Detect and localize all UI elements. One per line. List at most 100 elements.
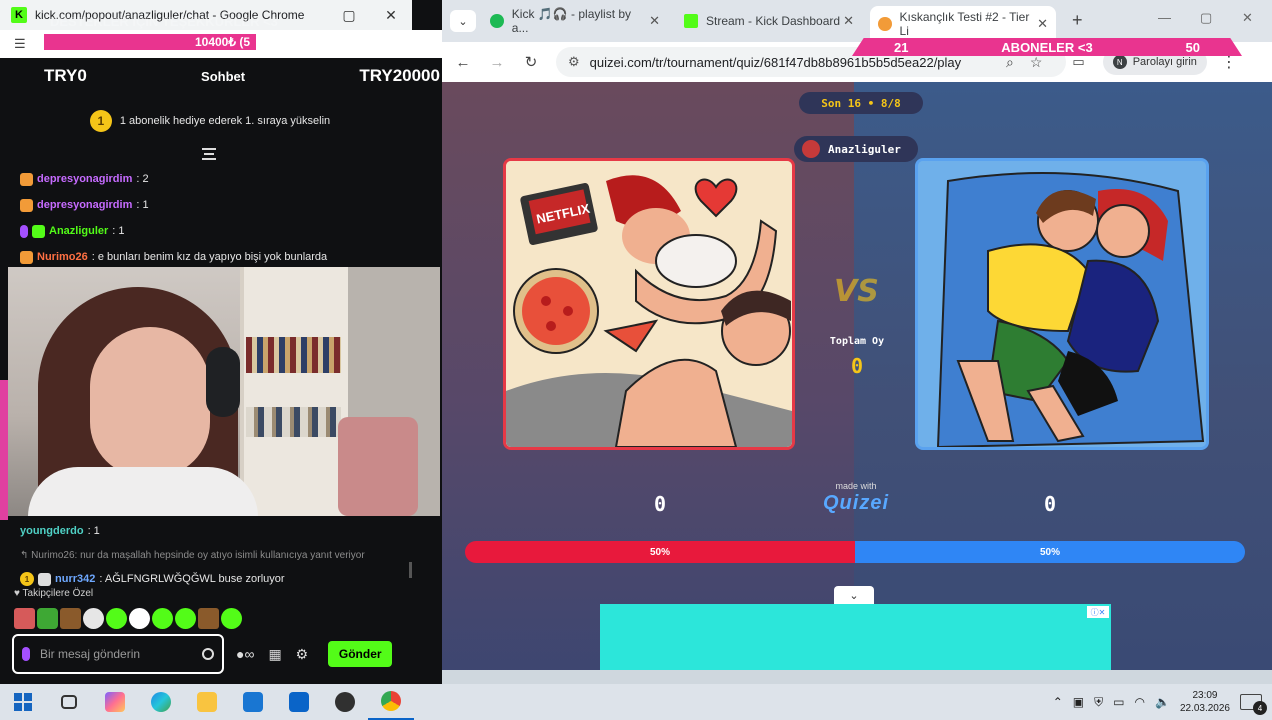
subscriber-badge-icon	[20, 172, 33, 186]
quizei-logo[interactable]: Quizei	[814, 492, 898, 515]
option-card-right[interactable]	[915, 158, 1209, 450]
emote[interactable]	[60, 608, 81, 629]
emote[interactable]	[175, 608, 196, 629]
back-arrow-icon[interactable]: ←	[446, 54, 480, 71]
reload-icon[interactable]: ↻	[514, 53, 548, 71]
chat-title: Sohbet	[201, 68, 246, 84]
tab-kick-playlist[interactable]: Kick 🎵🎧 - playlist by a... ✕	[482, 7, 668, 35]
bookmark-star-icon[interactable]: ☆	[1030, 54, 1043, 71]
ad-collapse-chevron-icon[interactable]: ⌄	[834, 586, 874, 604]
author-name: Anazliguler	[828, 142, 901, 156]
tab-label: Stream - Kick Dashboard	[706, 14, 841, 28]
new-tab-plus-icon[interactable]: +	[1072, 10, 1083, 31]
emote[interactable]	[14, 608, 35, 629]
settings-gear-icon[interactable]: ⚙	[296, 646, 309, 663]
emote[interactable]	[152, 608, 173, 629]
advertisement-banner[interactable]	[600, 604, 1111, 670]
tab-close-icon[interactable]: ✕	[649, 13, 660, 29]
gift-sub-leaderboard-banner[interactable]: 1 1 abonelik hediye ederek 1. sıraya yük…	[8, 96, 412, 146]
chat-message-input[interactable]: Bir mesaj gönderin	[12, 634, 224, 674]
edge-icon[interactable]	[138, 684, 184, 720]
chat-message-list: depresyonagirdim : 2 depresyonagirdim : …	[20, 166, 410, 270]
right-percentage-fill: 50%	[855, 541, 1245, 563]
emote[interactable]	[221, 608, 242, 629]
wifi-icon[interactable]: ◠	[1135, 695, 1145, 709]
store-icon[interactable]: ▦	[268, 646, 281, 663]
chat-header: TRY0 Sohbet TRY20000	[8, 58, 440, 94]
author-avatar	[802, 140, 820, 158]
window-close-icon[interactable]: ✕	[1242, 10, 1253, 26]
tab-strip: ⌄ Kick 🎵🎧 - playlist by a... ✕ Stream - …	[442, 0, 1272, 42]
system-clock[interactable]: 23:09 22.03.2026	[1180, 689, 1230, 715]
tray-app-icon[interactable]: ▣	[1073, 695, 1084, 709]
emote[interactable]	[129, 608, 150, 629]
chat-message: depresyonagirdim : 2	[20, 166, 410, 192]
cast-icon[interactable]: ▭	[1072, 54, 1084, 70]
sub-banner-text: 1 abonelik hediye ederek 1. sıraya yükse…	[119, 115, 331, 127]
kick-favicon-icon: K	[11, 7, 27, 23]
option-card-left[interactable]: NETFLIX	[503, 158, 795, 450]
copilot-icon[interactable]	[92, 684, 138, 720]
emote[interactable]	[198, 608, 219, 629]
outlook-icon[interactable]	[276, 684, 322, 720]
close-icon[interactable]: ✕	[370, 7, 412, 24]
subscriber-badge-icon	[20, 250, 33, 264]
site-info-icon[interactable]: ⚙	[568, 54, 580, 70]
tab-close-icon[interactable]: ✕	[1037, 16, 1048, 32]
emote[interactable]	[37, 608, 58, 629]
tab-kick-dashboard[interactable]: Stream - Kick Dashboard ✕	[676, 8, 862, 34]
chat-username[interactable]: youngderdo	[20, 525, 84, 537]
goal-target-label: TRY20000	[359, 66, 440, 85]
emote[interactable]	[83, 608, 104, 629]
chat-message: Anazliguler : 1	[20, 218, 410, 244]
chat-text: : AĞLFNGRLWĞQĞWL buse zorluyor	[99, 573, 285, 585]
zoom-search-icon[interactable]: ⌕	[1006, 54, 1014, 71]
notification-center-icon[interactable]: 4	[1240, 694, 1267, 715]
start-windows-icon[interactable]	[0, 684, 46, 720]
file-explorer-icon[interactable]	[184, 684, 230, 720]
tab-close-icon[interactable]: ✕	[843, 13, 854, 29]
windows-taskbar: ⌃ ▣ ⛨ ▭ ◠ 🔈 23:09 22.03.2026 4	[0, 684, 1272, 720]
chat-username[interactable]: depresyonagirdim	[37, 199, 132, 211]
total-votes-label: Toplam Oy	[829, 336, 885, 347]
minimize-icon[interactable]: —	[1158, 10, 1171, 25]
obs-icon[interactable]	[322, 684, 368, 720]
maximize-icon[interactable]: ▢	[1200, 10, 1212, 26]
vote-percentage-bar: 50% 50%	[465, 541, 1245, 563]
chat-username[interactable]: nurr342	[55, 573, 95, 585]
tab-quizei-active[interactable]: Kıskançlık Testi #2 - Tier Li ✕	[870, 6, 1056, 42]
pinned-collapse-icon[interactable]	[202, 148, 216, 160]
volume-icon[interactable]: 🔈	[1155, 695, 1170, 709]
battery-icon[interactable]: ▭	[1113, 695, 1124, 709]
chat-text: : 1	[136, 199, 149, 211]
site-settings-icon[interactable]: ☰	[14, 36, 26, 52]
emote-section-label: Takipçilere Özel	[22, 588, 94, 599]
round-indicator: Son 16 • 8/8	[799, 92, 923, 114]
task-view-icon[interactable]	[46, 684, 92, 720]
chat-username[interactable]: Nurimo26	[37, 251, 88, 263]
forward-arrow-icon[interactable]: →	[480, 54, 514, 71]
reply-context: ↰ Nurimo26: nur da maşallah hepsinde oy …	[20, 544, 412, 566]
emoji-picker-icon[interactable]	[202, 648, 214, 660]
versus-icon: VS	[834, 274, 879, 309]
sub-badge-icon	[38, 572, 51, 586]
rank-coin-icon: 1	[89, 110, 112, 132]
right-option-illustration	[918, 161, 1206, 447]
tray-expand-chevron-icon[interactable]: ⌃	[1053, 695, 1063, 709]
broadcaster-badge-icon	[20, 224, 28, 238]
kicks-icon[interactable]: ●∞	[236, 646, 254, 662]
quiz-author-badge[interactable]: Anazliguler	[794, 136, 918, 162]
kick-favicon-icon	[684, 14, 698, 28]
chrome-icon[interactable]	[368, 684, 414, 720]
send-message-button[interactable]: Gönder	[328, 641, 393, 667]
tray-security-icon[interactable]: ⛨	[1094, 695, 1103, 710]
chat-username[interactable]: Anazliguler	[49, 225, 108, 237]
chat-scrollbar[interactable]	[409, 562, 412, 578]
ad-info-icon[interactable]: ⓘ✕	[1087, 606, 1109, 618]
maximize-icon[interactable]: ▢	[328, 7, 370, 24]
emote[interactable]	[106, 608, 127, 629]
tab-search-chevron-icon[interactable]: ⌄	[450, 10, 476, 32]
store-icon[interactable]	[230, 684, 276, 720]
sub-goal-target: 50	[1185, 39, 1200, 55]
chat-username[interactable]: depresyonagirdim	[37, 173, 132, 185]
